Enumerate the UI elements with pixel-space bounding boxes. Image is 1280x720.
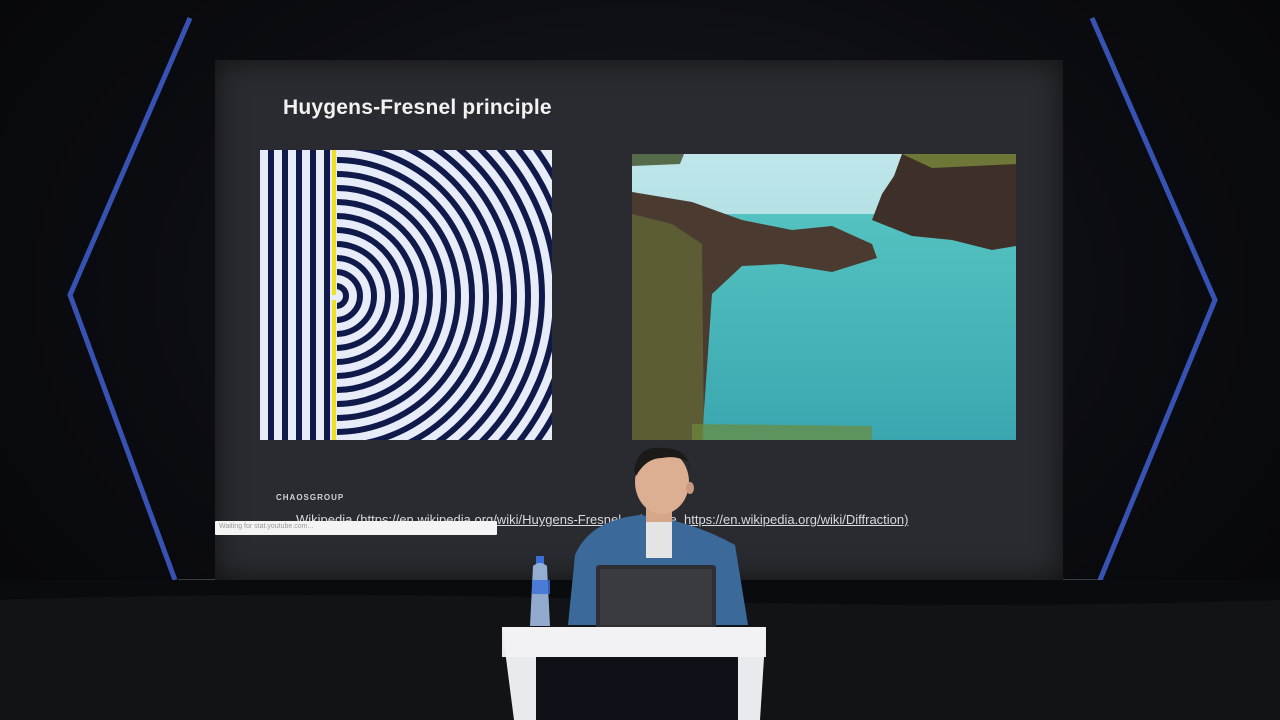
podium [502, 627, 766, 720]
laptop-icon [596, 565, 716, 629]
water-bottle-icon [530, 556, 550, 626]
speaker-scene [0, 447, 1280, 720]
